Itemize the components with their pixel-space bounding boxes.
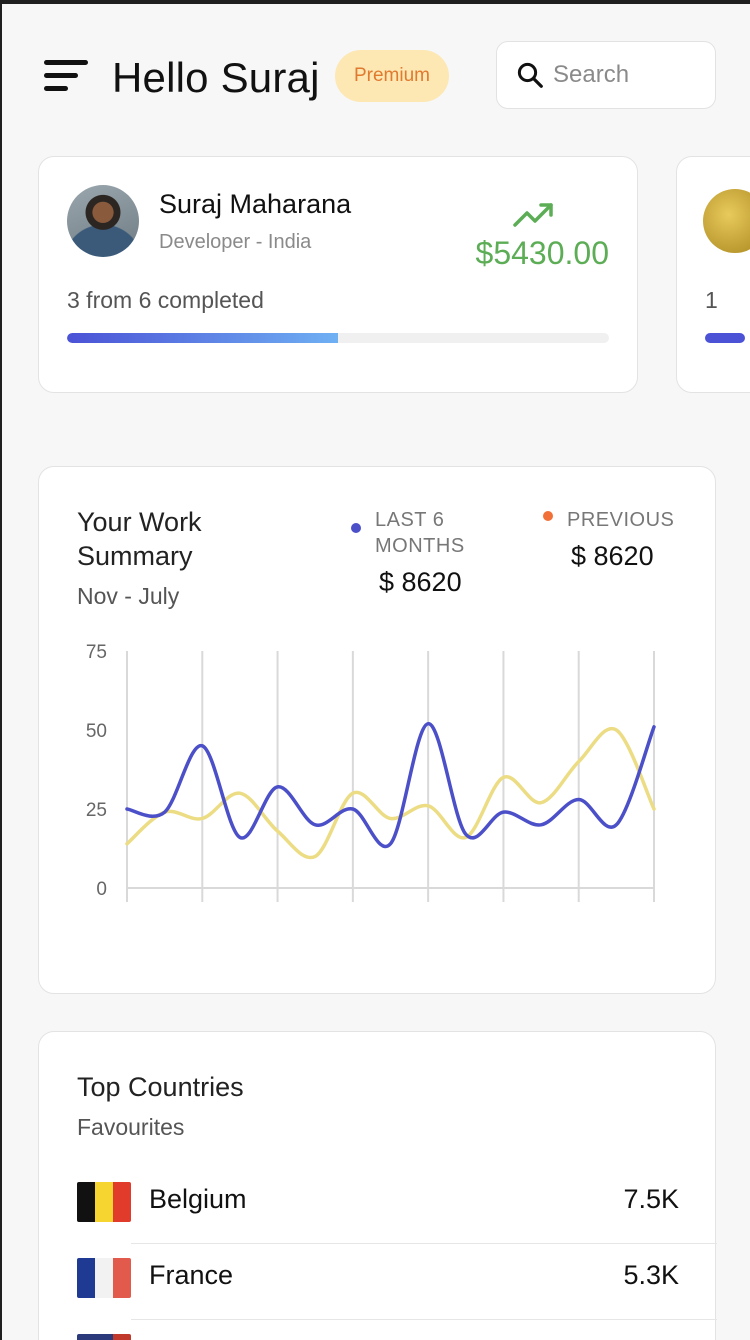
progress-bar-fill: [67, 333, 338, 343]
greeting-title: Hello Suraj: [112, 54, 320, 101]
y-tick-label: 75: [86, 642, 107, 663]
avatar: [67, 185, 139, 257]
profile-role: Developer - India: [159, 231, 312, 253]
progress-text: 1: [705, 287, 718, 313]
progress-bar: [705, 333, 745, 343]
search-input[interactable]: [553, 61, 703, 89]
progress-bar: [67, 333, 609, 343]
work-summary-chart: 75 50 25 0: [86, 642, 656, 902]
belgium-flag-icon: [77, 1182, 131, 1222]
profile-card-peek[interactable]: 1: [676, 156, 750, 393]
app-screen: Hello Suraj Premium Suraj Maharana Devel…: [2, 4, 750, 1340]
flag-icon: [77, 1334, 131, 1340]
y-tick-label: 0: [96, 879, 107, 900]
countries-subtitle: Favourites: [77, 1114, 185, 1140]
country-value: 7.5K: [623, 1184, 679, 1214]
profile-card[interactable]: Suraj Maharana Developer - India $5430.0…: [38, 156, 638, 393]
country-name: Belgium: [149, 1184, 247, 1214]
countries-title: Top Countries: [77, 1072, 244, 1102]
premium-badge: Premium: [335, 50, 449, 102]
profile-name: Suraj Maharana: [159, 189, 352, 219]
y-tick-label: 25: [86, 800, 107, 821]
top-countries-card: Top Countries Favourites Belgium 7.5K Fr…: [38, 1031, 717, 1340]
avatar: [703, 189, 750, 253]
search-box[interactable]: [496, 41, 716, 109]
y-tick-label: 50: [86, 721, 107, 742]
search-icon: [517, 62, 543, 88]
country-value: 5.3K: [623, 1260, 679, 1290]
earnings-amount: $5430.00: [475, 235, 609, 271]
country-name: France: [149, 1260, 234, 1290]
series-line-last-6-months: [125, 721, 656, 849]
country-row-belgium[interactable]: Belgium 7.5K: [39, 1168, 717, 1244]
progress-text: 3 from 6 completed: [67, 287, 264, 313]
trending-up-icon: [513, 203, 553, 227]
country-row-partial[interactable]: [39, 1320, 717, 1340]
country-row-france[interactable]: France 5.3K: [39, 1244, 717, 1320]
work-summary-card: Your Work Summary Nov - July LAST 6 MONT…: [38, 466, 716, 994]
menu-icon[interactable]: [44, 60, 90, 96]
france-flag-icon: [77, 1258, 131, 1298]
